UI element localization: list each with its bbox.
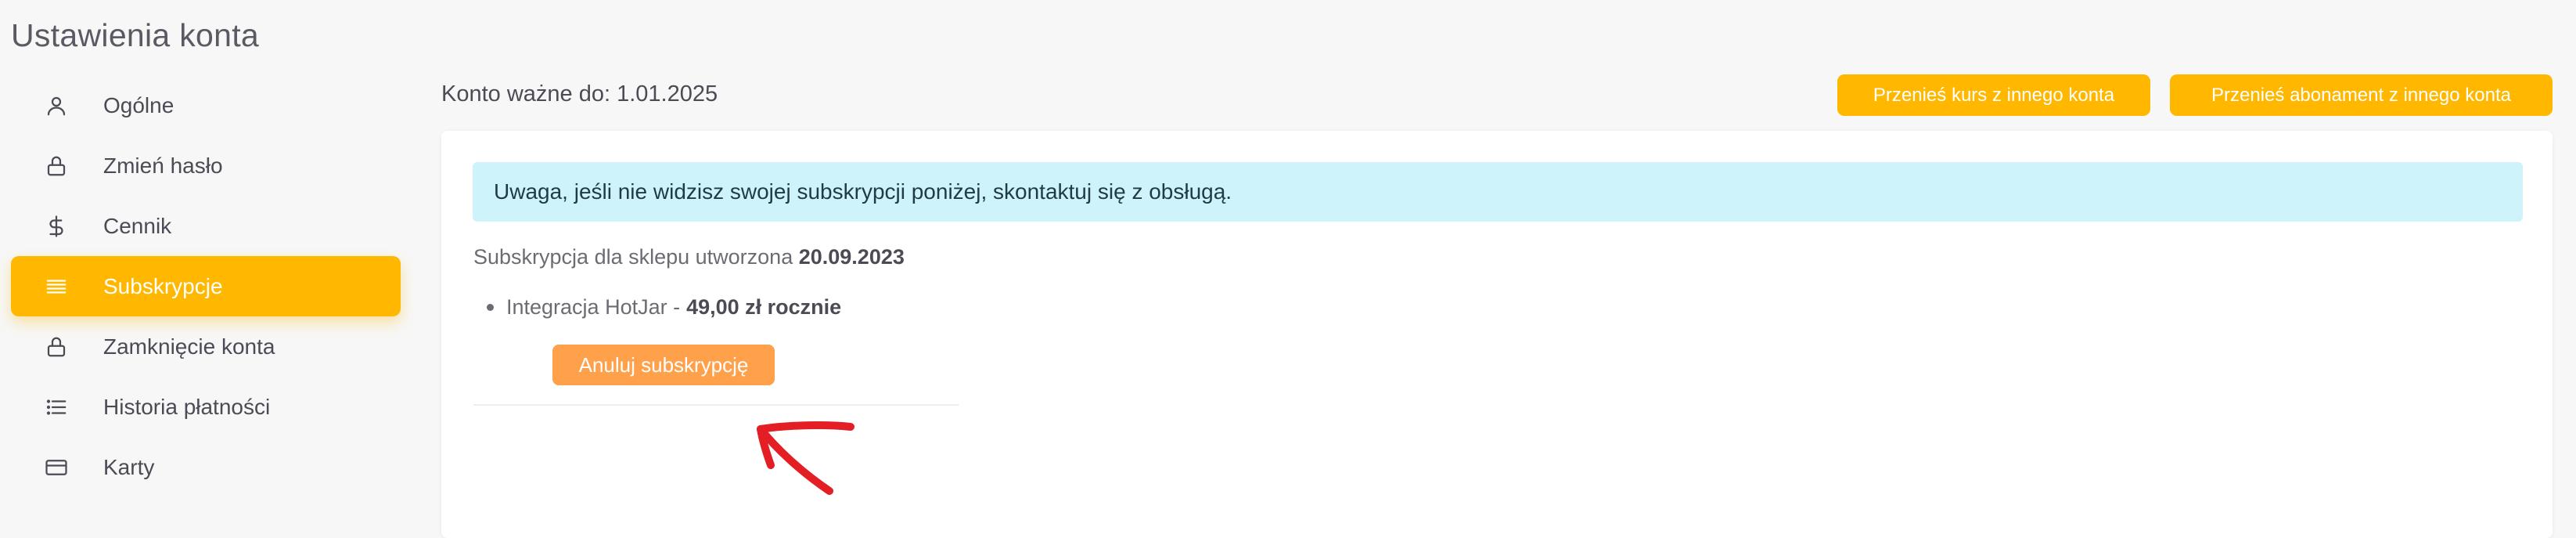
sidebar-item-payment-history[interactable]: Historia płatności (11, 377, 401, 437)
dollar-icon (42, 212, 70, 240)
subscription-created: Subskrypcja dla sklepu utworzona 20.09.2… (473, 245, 905, 269)
sidebar-item-pricing[interactable]: Cennik (11, 196, 401, 256)
sidebar-item-label: Karty (103, 454, 155, 479)
info-alert: Uwaga, jeśli nie widzisz swojej subskryp… (473, 162, 2523, 222)
lock-icon (42, 333, 70, 361)
transfer-subscription-button[interactable]: Przenieś abonament z innego konta (2170, 74, 2553, 116)
alert-text: Uwaga, jeśli nie widzisz swojej subskryp… (494, 179, 1232, 204)
subscription-date: 20.09.2023 (798, 245, 905, 269)
lines-icon (42, 273, 70, 301)
list-item: Integracja HotJar - 49,00 zł rocznie (487, 295, 841, 320)
account-valid-until: Konto ważne do: 1.01.2025 (441, 81, 718, 107)
sidebar-item-subscriptions[interactable]: Subskrypcje (11, 256, 401, 316)
credit-card-icon (42, 453, 70, 482)
cancel-subscription-button[interactable]: Anuluj subskrypcję (552, 345, 775, 385)
sidebar-item-label: Zamknięcie konta (103, 334, 275, 359)
user-icon (42, 92, 70, 120)
red-arrow-icon (757, 421, 854, 495)
sidebar-item-cards[interactable]: Karty (11, 437, 401, 497)
transfer-course-button[interactable]: Przenieś kurs z innego konta (1837, 74, 2150, 116)
subscription-prefix: Subskrypcja dla sklepu utworzona (473, 245, 793, 269)
page-title: Ustawienia konta (11, 17, 260, 53)
sidebar-item-label: Historia płatności (103, 394, 271, 419)
divider (473, 404, 959, 406)
item-name: Integracja HotJar - (506, 295, 681, 319)
sidebar-item-change-password[interactable]: Zmień hasło (11, 135, 401, 196)
item-price: 49,00 zł rocznie (686, 295, 842, 319)
list-icon (42, 393, 70, 421)
sidebar-item-general[interactable]: Ogólne (11, 75, 401, 135)
sidebar-item-close-account[interactable]: Zamknięcie konta (11, 316, 401, 377)
lock-icon (42, 152, 70, 180)
bullet-icon (487, 304, 494, 311)
sidebar-item-label: Ogólne (103, 92, 174, 117)
sidebar-item-label: Subskrypcje (103, 273, 223, 298)
sidebar-item-label: Cennik (103, 213, 172, 238)
sidebar-item-label: Zmień hasło (103, 153, 223, 178)
sidebar: Ogólne Zmień hasło Cennik Subskrypcje Za… (11, 75, 401, 497)
